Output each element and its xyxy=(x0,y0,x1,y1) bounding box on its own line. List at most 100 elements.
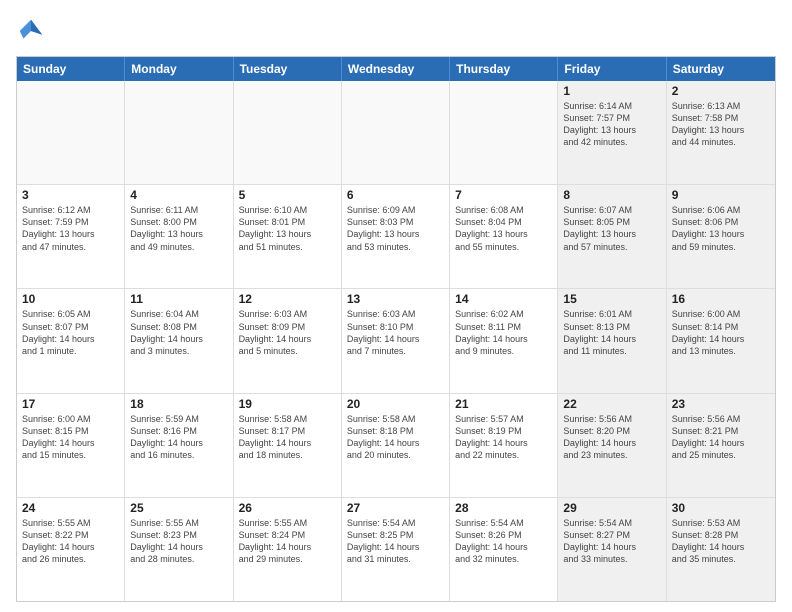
calendar-cell: 27 Sunrise: 5:54 AMSunset: 8:25 PMDayligh… xyxy=(342,498,450,601)
calendar-cell xyxy=(342,81,450,184)
cell-content: Sunrise: 5:54 AMSunset: 8:27 PMDaylight:… xyxy=(563,517,660,566)
header-cell-thursday: Thursday xyxy=(450,57,558,81)
day-number: 26 xyxy=(239,501,336,515)
day-number: 12 xyxy=(239,292,336,306)
day-number: 20 xyxy=(347,397,444,411)
calendar-cell xyxy=(125,81,233,184)
calendar-cell: 25 Sunrise: 5:55 AMSunset: 8:23 PMDayligh… xyxy=(125,498,233,601)
calendar-cell: 12 Sunrise: 6:03 AMSunset: 8:09 PMDayligh… xyxy=(234,289,342,392)
cell-content: Sunrise: 5:56 AMSunset: 8:20 PMDaylight:… xyxy=(563,413,660,462)
day-number: 4 xyxy=(130,188,227,202)
day-number: 1 xyxy=(563,84,660,98)
cell-content: Sunrise: 6:00 AMSunset: 8:14 PMDaylight:… xyxy=(672,308,770,357)
calendar-cell: 11Sunrise: 6:04 AMSunset: 8:08 PMDayligh… xyxy=(125,289,233,392)
day-number: 17 xyxy=(22,397,119,411)
day-number: 13 xyxy=(347,292,444,306)
calendar-cell: 30 Sunrise: 5:53 AMSunset: 8:28 PMDayligh… xyxy=(667,498,775,601)
day-number: 2 xyxy=(672,84,770,98)
calendar-cell: 22 Sunrise: 5:56 AMSunset: 8:20 PMDayligh… xyxy=(558,394,666,497)
day-number: 7 xyxy=(455,188,552,202)
logo-icon xyxy=(16,16,46,46)
day-number: 23 xyxy=(672,397,770,411)
day-number: 24 xyxy=(22,501,119,515)
calendar-cell: 28Sunrise: 5:54 AMSunset: 8:26 PMDayligh… xyxy=(450,498,558,601)
cell-content: Sunrise: 6:10 AMSunset: 8:01 PMDaylight:… xyxy=(239,204,336,253)
calendar-cell: 1 Sunrise: 6:14 AMSunset: 7:57 PMDaylight… xyxy=(558,81,666,184)
day-number: 21 xyxy=(455,397,552,411)
cell-content: Sunrise: 6:09 AMSunset: 8:03 PMDaylight:… xyxy=(347,204,444,253)
calendar-cell xyxy=(234,81,342,184)
calendar-cell: 26 Sunrise: 5:55 AMSunset: 8:24 PMDayligh… xyxy=(234,498,342,601)
cell-content: Sunrise: 5:58 AMSunset: 8:18 PMDaylight:… xyxy=(347,413,444,462)
day-number: 9 xyxy=(672,188,770,202)
day-number: 19 xyxy=(239,397,336,411)
calendar-cell: 14 Sunrise: 6:02 AMSunset: 8:11 PMDayligh… xyxy=(450,289,558,392)
day-number: 8 xyxy=(563,188,660,202)
calendar-cell: 24 Sunrise: 5:55 AMSunset: 8:22 PMDayligh… xyxy=(17,498,125,601)
day-number: 3 xyxy=(22,188,119,202)
cell-content: Sunrise: 6:13 AMSunset: 7:58 PMDaylight:… xyxy=(672,100,770,149)
cell-content: Sunrise: 6:03 AMSunset: 8:10 PMDaylight:… xyxy=(347,308,444,357)
calendar-row-5: 24 Sunrise: 5:55 AMSunset: 8:22 PMDayligh… xyxy=(17,497,775,601)
header-cell-friday: Friday xyxy=(558,57,666,81)
cell-content: Sunrise: 6:06 AMSunset: 8:06 PMDaylight:… xyxy=(672,204,770,253)
cell-content: Sunrise: 6:11 AMSunset: 8:00 PMDaylight:… xyxy=(130,204,227,253)
cell-content: Sunrise: 6:08 AMSunset: 8:04 PMDaylight:… xyxy=(455,204,552,253)
cell-content: Sunrise: 5:55 AMSunset: 8:22 PMDaylight:… xyxy=(22,517,119,566)
cell-content: Sunrise: 5:55 AMSunset: 8:23 PMDaylight:… xyxy=(130,517,227,566)
calendar-row-3: 10 Sunrise: 6:05 AMSunset: 8:07 PMDayligh… xyxy=(17,288,775,392)
day-number: 6 xyxy=(347,188,444,202)
calendar-cell: 7 Sunrise: 6:08 AMSunset: 8:04 PMDaylight… xyxy=(450,185,558,288)
calendar-cell: 8 Sunrise: 6:07 AMSunset: 8:05 PMDaylight… xyxy=(558,185,666,288)
cell-content: Sunrise: 5:57 AMSunset: 8:19 PMDaylight:… xyxy=(455,413,552,462)
calendar-row-4: 17Sunrise: 6:00 AMSunset: 8:15 PMDayligh… xyxy=(17,393,775,497)
cell-content: Sunrise: 6:12 AMSunset: 7:59 PMDaylight:… xyxy=(22,204,119,253)
day-number: 5 xyxy=(239,188,336,202)
calendar-cell: 23Sunrise: 5:56 AMSunset: 8:21 PMDayligh… xyxy=(667,394,775,497)
header xyxy=(16,16,776,46)
calendar-cell: 21 Sunrise: 5:57 AMSunset: 8:19 PMDayligh… xyxy=(450,394,558,497)
cell-content: Sunrise: 5:55 AMSunset: 8:24 PMDaylight:… xyxy=(239,517,336,566)
cell-content: Sunrise: 6:01 AMSunset: 8:13 PMDaylight:… xyxy=(563,308,660,357)
day-number: 30 xyxy=(672,501,770,515)
calendar-row-2: 3 Sunrise: 6:12 AMSunset: 7:59 PMDaylight… xyxy=(17,184,775,288)
cell-content: Sunrise: 5:59 AMSunset: 8:16 PMDaylight:… xyxy=(130,413,227,462)
calendar-cell: 6 Sunrise: 6:09 AMSunset: 8:03 PMDaylight… xyxy=(342,185,450,288)
calendar-cell: 29Sunrise: 5:54 AMSunset: 8:27 PMDayligh… xyxy=(558,498,666,601)
cell-content: Sunrise: 6:14 AMSunset: 7:57 PMDaylight:… xyxy=(563,100,660,149)
day-number: 25 xyxy=(130,501,227,515)
calendar-cell xyxy=(450,81,558,184)
calendar-cell: 9 Sunrise: 6:06 AMSunset: 8:06 PMDaylight… xyxy=(667,185,775,288)
cell-content: Sunrise: 5:53 AMSunset: 8:28 PMDaylight:… xyxy=(672,517,770,566)
cell-content: Sunrise: 5:54 AMSunset: 8:25 PMDaylight:… xyxy=(347,517,444,566)
calendar-cell: 4 Sunrise: 6:11 AMSunset: 8:00 PMDaylight… xyxy=(125,185,233,288)
cell-content: Sunrise: 6:05 AMSunset: 8:07 PMDaylight:… xyxy=(22,308,119,357)
calendar-cell: 20 Sunrise: 5:58 AMSunset: 8:18 PMDayligh… xyxy=(342,394,450,497)
calendar-cell: 13 Sunrise: 6:03 AMSunset: 8:10 PMDayligh… xyxy=(342,289,450,392)
header-cell-sunday: Sunday xyxy=(17,57,125,81)
calendar-cell: 16 Sunrise: 6:00 AMSunset: 8:14 PMDayligh… xyxy=(667,289,775,392)
day-number: 18 xyxy=(130,397,227,411)
calendar-header: SundayMondayTuesdayWednesdayThursdayFrid… xyxy=(17,57,775,81)
cell-content: Sunrise: 6:03 AMSunset: 8:09 PMDaylight:… xyxy=(239,308,336,357)
calendar-body: 1 Sunrise: 6:14 AMSunset: 7:57 PMDaylight… xyxy=(17,81,775,601)
cell-content: Sunrise: 6:02 AMSunset: 8:11 PMDaylight:… xyxy=(455,308,552,357)
calendar-cell xyxy=(17,81,125,184)
header-cell-monday: Monday xyxy=(125,57,233,81)
day-number: 14 xyxy=(455,292,552,306)
calendar-cell: 10 Sunrise: 6:05 AMSunset: 8:07 PMDayligh… xyxy=(17,289,125,392)
day-number: 10 xyxy=(22,292,119,306)
day-number: 16 xyxy=(672,292,770,306)
header-cell-wednesday: Wednesday xyxy=(342,57,450,81)
calendar-cell: 3 Sunrise: 6:12 AMSunset: 7:59 PMDaylight… xyxy=(17,185,125,288)
day-number: 27 xyxy=(347,501,444,515)
calendar-cell: 15 Sunrise: 6:01 AMSunset: 8:13 PMDayligh… xyxy=(558,289,666,392)
cell-content: Sunrise: 6:07 AMSunset: 8:05 PMDaylight:… xyxy=(563,204,660,253)
page: SundayMondayTuesdayWednesdayThursdayFrid… xyxy=(0,0,792,612)
cell-content: Sunrise: 5:54 AMSunset: 8:26 PMDaylight:… xyxy=(455,517,552,566)
calendar-cell: 5 Sunrise: 6:10 AMSunset: 8:01 PMDaylight… xyxy=(234,185,342,288)
day-number: 22 xyxy=(563,397,660,411)
calendar-cell: 17Sunrise: 6:00 AMSunset: 8:15 PMDayligh… xyxy=(17,394,125,497)
calendar-cell: 19Sunrise: 5:58 AMSunset: 8:17 PMDayligh… xyxy=(234,394,342,497)
day-number: 15 xyxy=(563,292,660,306)
